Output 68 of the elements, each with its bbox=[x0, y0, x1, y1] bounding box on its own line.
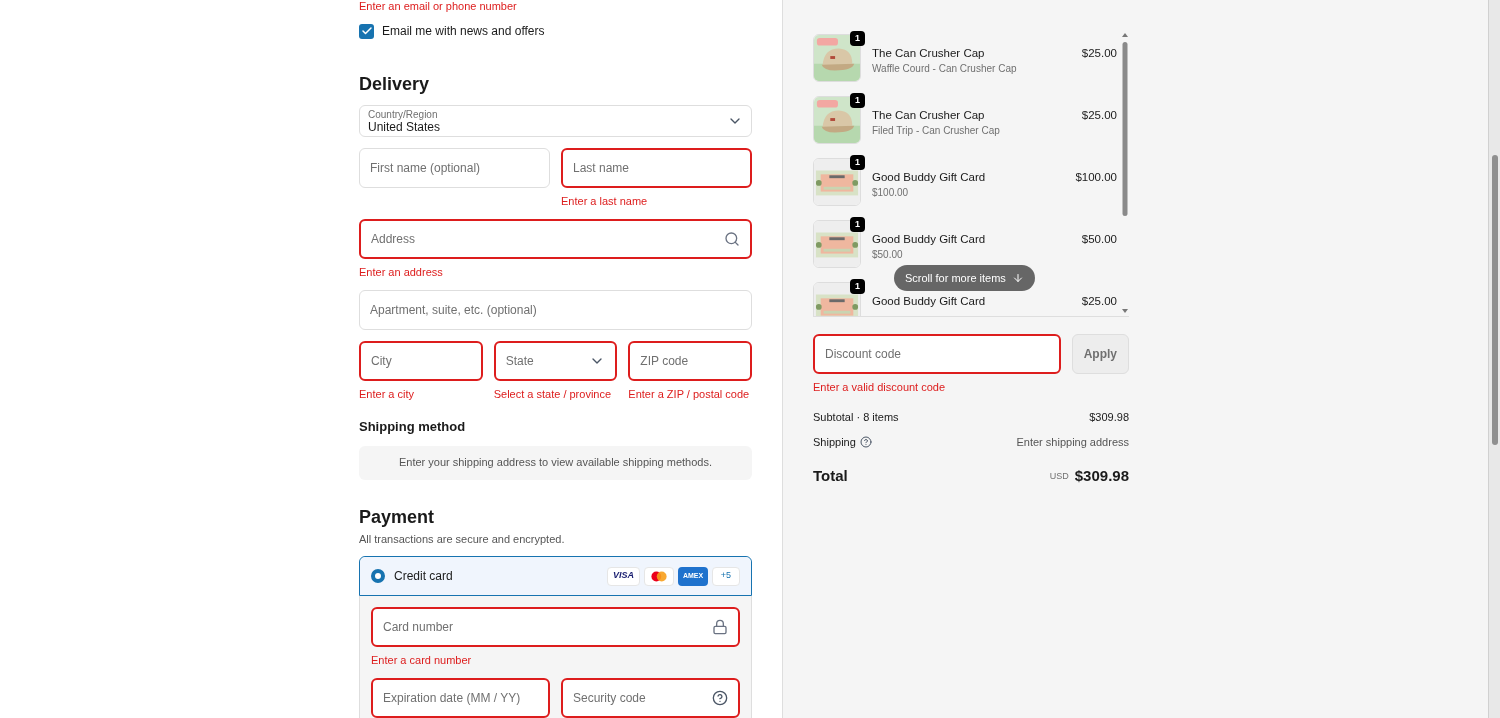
product-title: Good Buddy Gift Card bbox=[872, 232, 987, 247]
help-icon bbox=[712, 690, 728, 706]
product-price: $25.00 bbox=[1081, 294, 1117, 309]
product-title: The Can Crusher Cap bbox=[872, 46, 986, 61]
subtotal-value: $309.98 bbox=[1089, 410, 1129, 425]
product-variant: Waffle Courd - Can Crusher Cap bbox=[872, 62, 1018, 76]
input-field[interactable]: First name (optional) bbox=[359, 148, 550, 189]
scroll-hint-pill[interactable]: Scroll for more items bbox=[894, 265, 1035, 291]
product-price: $25.00 bbox=[1081, 46, 1117, 61]
apply-button[interactable]: Apply bbox=[1071, 334, 1129, 374]
radio-button[interactable] bbox=[371, 569, 385, 583]
product-title: The Can Crusher Cap bbox=[872, 108, 986, 123]
product-price: $25.00 bbox=[1081, 108, 1117, 123]
error-message: Enter a card number bbox=[371, 653, 473, 667]
product-variant: $50.00 bbox=[872, 248, 904, 262]
country-select[interactable]: Country/Region United States bbox=[359, 105, 752, 138]
error-message: Select a state / province bbox=[493, 387, 613, 402]
shipping-label: Shipping bbox=[813, 434, 856, 450]
product-price: $100.00 bbox=[1075, 170, 1117, 185]
scrollbar[interactable] bbox=[1488, 0, 1500, 718]
input-field[interactable]: ZIP code bbox=[628, 341, 752, 382]
input-field[interactable]: Security code bbox=[561, 678, 740, 718]
quantity-badge: 1 bbox=[850, 31, 865, 46]
field-value: United States bbox=[368, 121, 441, 134]
quantity-badge: 1 bbox=[850, 279, 865, 294]
error-message: Enter an address bbox=[359, 265, 444, 280]
input-field[interactable]: Expiration date (MM / YY) bbox=[371, 678, 550, 718]
total-value: $309.98 bbox=[1074, 466, 1129, 486]
input-field[interactable]: Last name bbox=[561, 148, 752, 189]
product-variant: $100.00 bbox=[872, 186, 910, 200]
product-title: Good Buddy Gift Card bbox=[872, 170, 987, 185]
section-subtitle: All transactions are secure and encrypted. bbox=[359, 531, 566, 547]
error-message: Enter a valid discount code bbox=[813, 380, 947, 394]
search-icon bbox=[724, 231, 740, 248]
lock-icon bbox=[712, 619, 728, 635]
quantity-badge: 1 bbox=[850, 155, 865, 170]
product-price: $50.00 bbox=[1081, 232, 1117, 247]
input-field[interactable]: Card number bbox=[371, 607, 740, 647]
more-brands-count: +5 bbox=[712, 566, 740, 586]
error-message: Enter a ZIP / postal code bbox=[628, 387, 751, 402]
visa-logo: VISA bbox=[607, 566, 640, 586]
error-message: Enter a city bbox=[359, 387, 416, 402]
field-label: Country/Region bbox=[368, 108, 439, 121]
mastercard-logo bbox=[644, 566, 674, 586]
checkbox[interactable] bbox=[359, 23, 374, 39]
product-variant: Filed Trip - Can Crusher Cap bbox=[872, 124, 1001, 138]
section-heading: Shipping method bbox=[359, 418, 467, 437]
error-message: Enter a last name bbox=[561, 194, 649, 209]
arrow-down-icon bbox=[1011, 272, 1024, 284]
quantity-badge: 1 bbox=[850, 93, 865, 108]
input-field[interactable]: Apartment, suite, etc. (optional) bbox=[359, 290, 752, 331]
subtotal-label: Subtotal · 8 items bbox=[813, 410, 899, 425]
input-field[interactable]: Discount code bbox=[813, 334, 1061, 374]
error-message: Enter an email or phone number bbox=[359, 0, 518, 13]
payment-option-label: Credit card bbox=[394, 568, 453, 585]
currency-code: USD bbox=[1049, 469, 1069, 483]
input-field[interactable]: Address bbox=[359, 219, 752, 260]
checkbox-label: Email me with news and offers bbox=[382, 23, 545, 40]
shipping-methods-panel: Enter your shipping address to view available shipping methods. bbox=[359, 445, 752, 480]
help-icon[interactable] bbox=[859, 435, 872, 448]
total-label: Total bbox=[813, 466, 848, 486]
shipping-value: Enter shipping address bbox=[1016, 434, 1129, 450]
product-title: Good Buddy Gift Card bbox=[872, 294, 987, 309]
section-heading: Payment bbox=[359, 505, 436, 529]
section-heading: Delivery bbox=[359, 73, 431, 96]
quantity-badge: 1 bbox=[850, 217, 865, 232]
input-field[interactable]: City bbox=[359, 341, 483, 382]
state-select[interactable]: State bbox=[493, 341, 618, 382]
